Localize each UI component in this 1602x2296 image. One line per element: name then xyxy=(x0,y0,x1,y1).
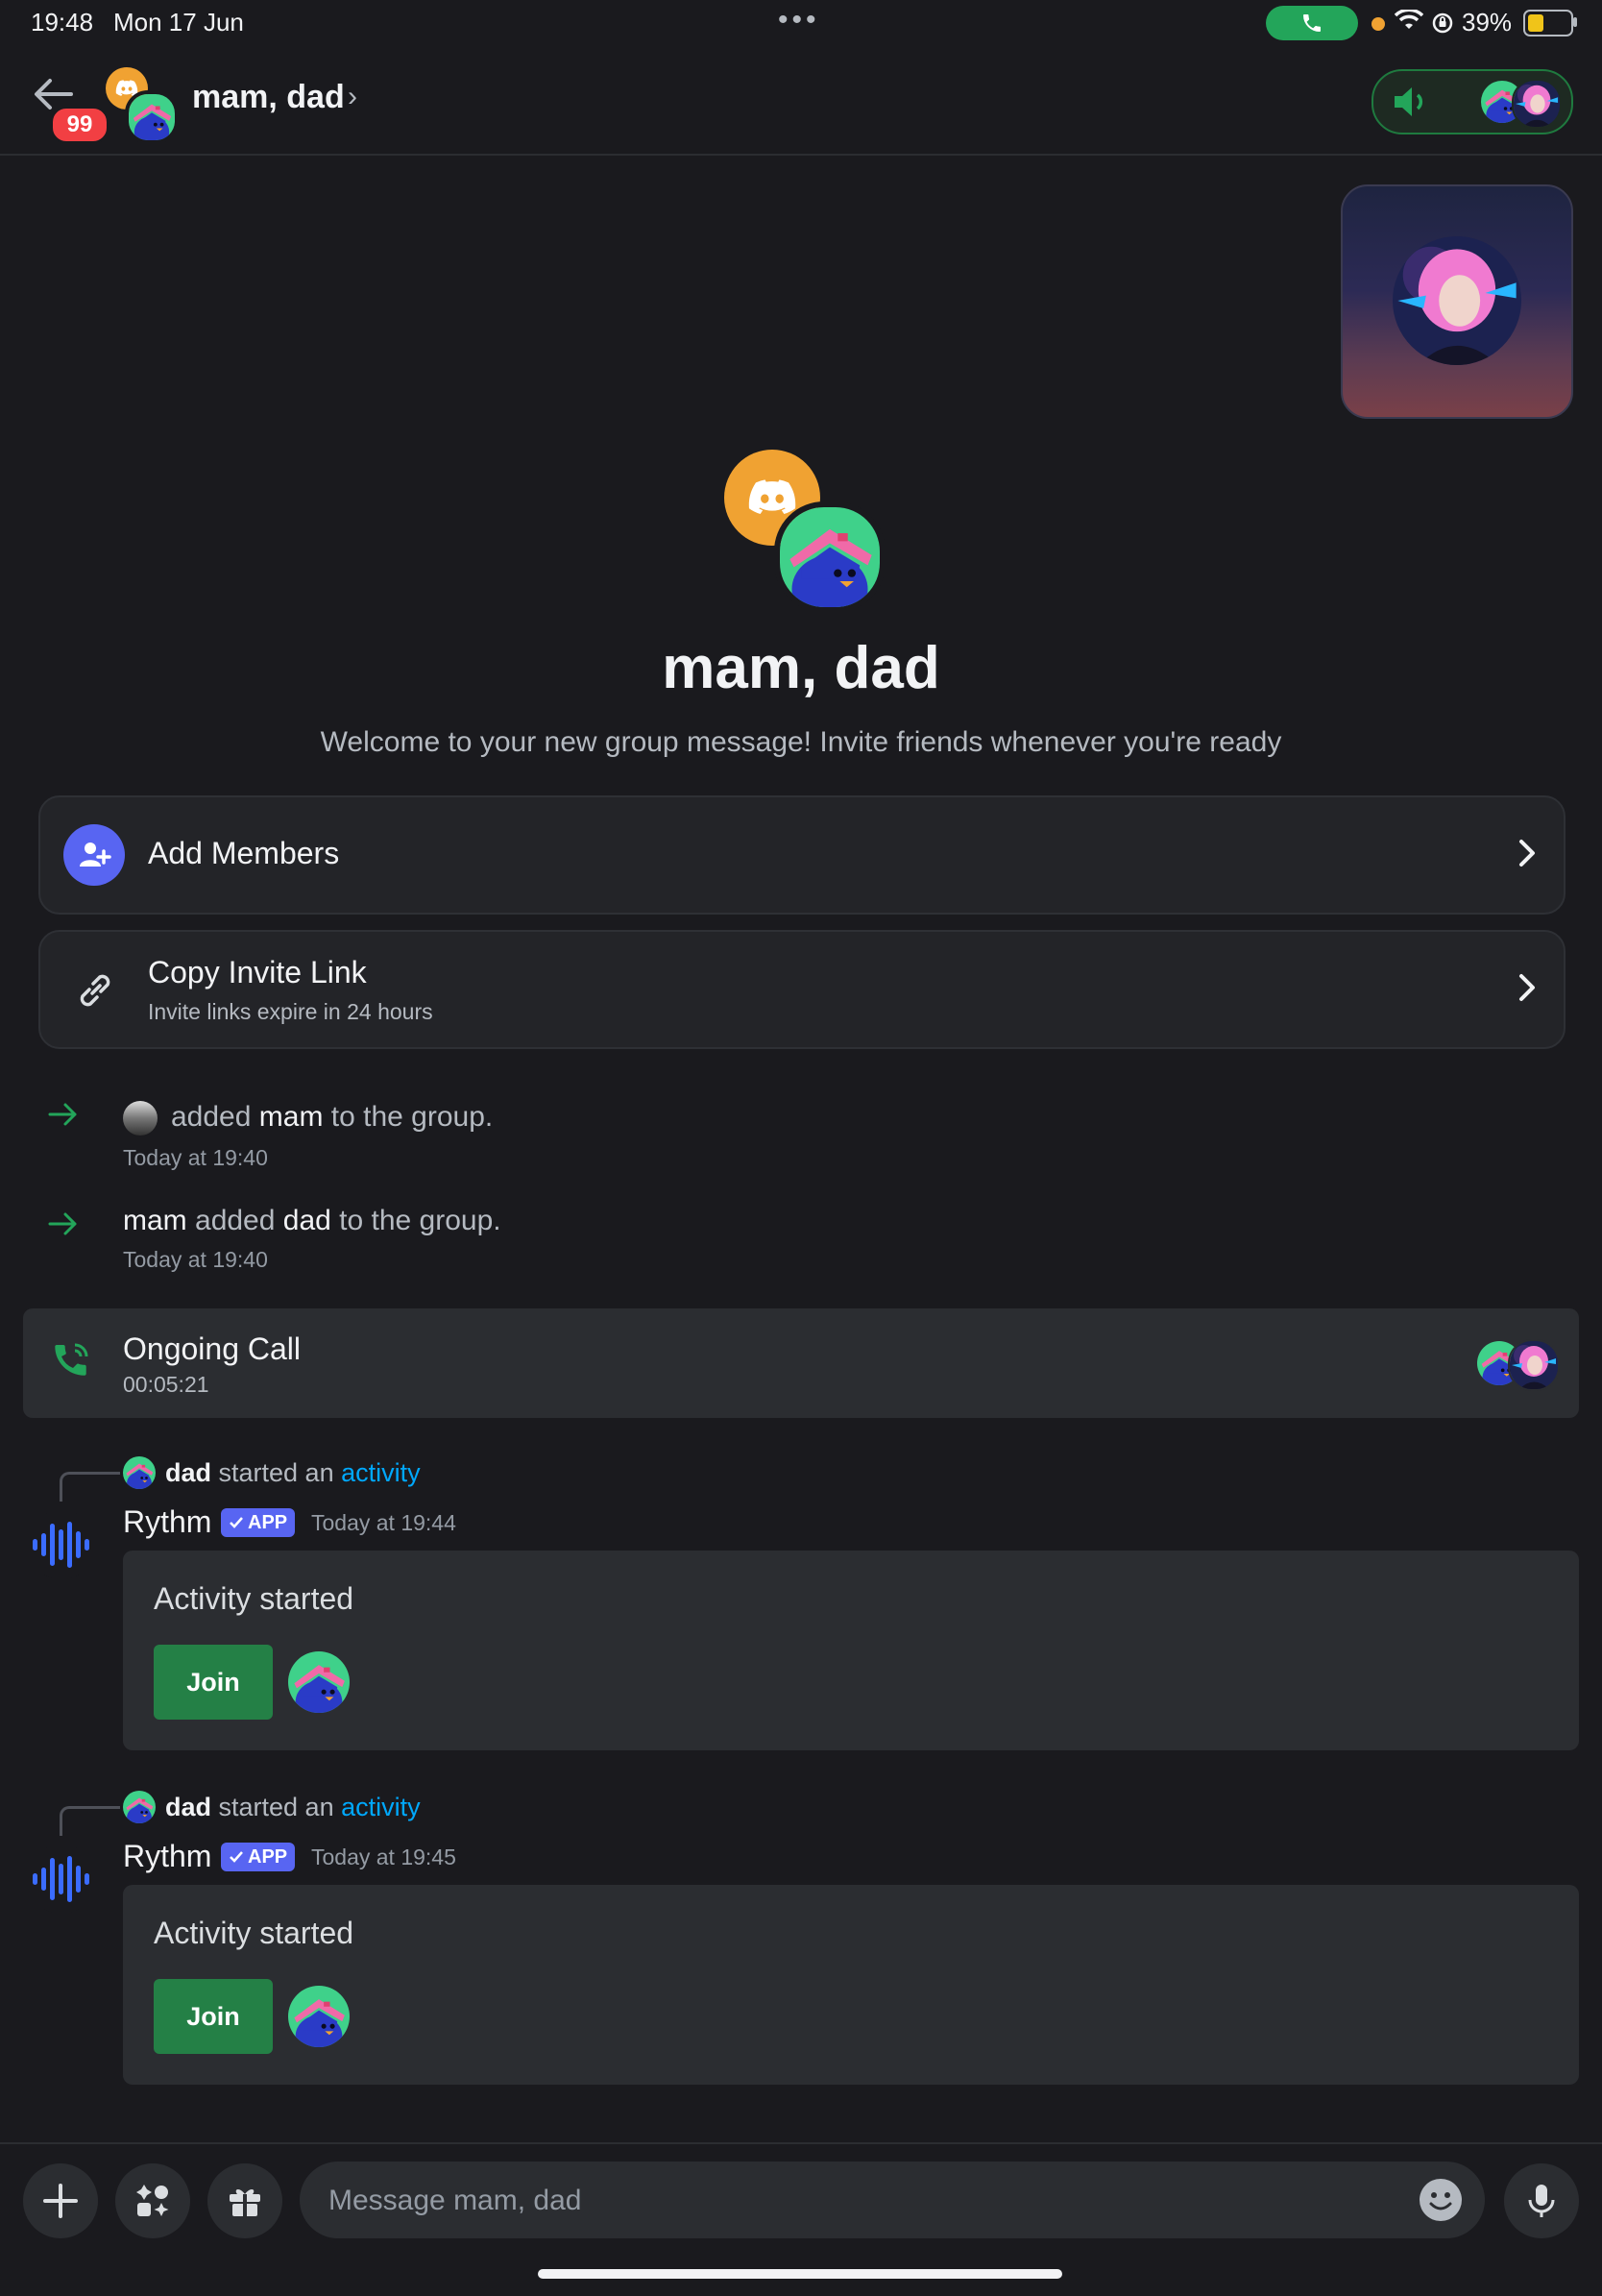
arrow-right-icon xyxy=(48,1103,77,1126)
user-avatar-small xyxy=(123,1101,158,1136)
voice-message-button[interactable] xyxy=(1504,2163,1579,2238)
plus-icon xyxy=(43,2184,78,2218)
profile-avatar xyxy=(1514,81,1560,127)
battery-cap xyxy=(1573,17,1577,27)
welcome-subtitle: Welcome to your new group message! Invit… xyxy=(320,726,1282,758)
message-input[interactable] xyxy=(327,2162,1368,2240)
apps-icon xyxy=(136,2185,169,2216)
mic-icon xyxy=(1528,2185,1555,2217)
mic-privacy-dot xyxy=(1371,17,1385,31)
bot-name[interactable]: Rythm xyxy=(123,1839,211,1874)
battery-percent: 39% xyxy=(1462,8,1513,37)
system-message-time: Today at 19:40 xyxy=(123,1247,268,1272)
active-call-pill[interactable] xyxy=(1266,6,1358,40)
add-members-label: Add Members xyxy=(148,836,340,870)
app-tag: APP xyxy=(221,1843,296,1871)
penguin-avatar xyxy=(129,94,175,140)
home-indicator[interactable] xyxy=(538,2269,1062,2279)
activity-user-avatar xyxy=(123,1456,156,1489)
activity-participant-avatar xyxy=(288,1651,350,1713)
gift-button[interactable] xyxy=(207,2163,282,2238)
check-icon xyxy=(230,1851,243,1863)
status-date: Mon 17 Jun xyxy=(113,8,244,37)
penguin-avatar xyxy=(780,507,880,607)
activity-link[interactable]: activity xyxy=(341,1458,421,1487)
reply-connector xyxy=(60,1472,120,1502)
copy-invite-label: Copy Invite Link xyxy=(148,955,367,989)
group-avatar-penguin xyxy=(125,90,179,144)
chevron-right-icon xyxy=(1519,974,1535,1001)
bot-avatar[interactable] xyxy=(27,1510,96,1579)
penguin-avatar xyxy=(288,1651,350,1713)
penguin-avatar xyxy=(288,1986,350,2047)
add-members-icon xyxy=(63,824,125,886)
call-title: Ongoing Call xyxy=(123,1331,301,1366)
battery-level xyxy=(1528,14,1543,32)
join-button[interactable]: Join xyxy=(154,1979,273,2054)
pip-avatar xyxy=(1393,236,1521,365)
chevron-right-icon[interactable]: › xyxy=(348,81,357,113)
welcome-title: mam, dad xyxy=(662,635,940,701)
copy-invite-sublabel: Invite links expire in 24 hours xyxy=(148,999,433,1024)
system-message-time: Today at 19:40 xyxy=(123,1145,268,1170)
check-icon xyxy=(230,1517,243,1528)
link-icon xyxy=(80,974,110,1007)
activity-participant-avatar xyxy=(288,1986,350,2047)
voice-participant-avatar xyxy=(1512,79,1562,129)
wifi-icon xyxy=(1395,10,1423,29)
bot-avatar[interactable] xyxy=(27,1844,96,1914)
video-pip[interactable] xyxy=(1341,184,1573,419)
status-time: 19:48 xyxy=(31,8,94,37)
embed-title: Activity started xyxy=(154,1916,354,1950)
activity-started-line: dad started an activity xyxy=(165,1793,421,1821)
reply-connector xyxy=(60,1806,120,1836)
system-message-text: added mam to the group. xyxy=(171,1101,494,1133)
activity-user-avatar xyxy=(123,1791,156,1823)
phone-icon xyxy=(1303,14,1321,32)
system-message-text: mam added dad to the group. xyxy=(123,1205,501,1236)
penguin-avatar xyxy=(123,1791,156,1823)
apps-button[interactable] xyxy=(115,2163,190,2238)
activity-started-line: dad started an activity xyxy=(165,1458,421,1487)
speaker-icon xyxy=(1395,87,1423,116)
message-time: Today at 19:44 xyxy=(311,1510,456,1535)
profile-avatar xyxy=(1510,1341,1558,1389)
attach-button[interactable] xyxy=(23,2163,98,2238)
message-input-wrapper xyxy=(300,2162,1485,2240)
chat-title[interactable]: mam, dad xyxy=(192,79,345,116)
profile-avatar xyxy=(1393,236,1521,365)
chevron-right-icon xyxy=(1519,840,1535,867)
unread-badge: 99 xyxy=(50,106,109,144)
phone-call-icon xyxy=(55,1343,88,1376)
group-icon-penguin xyxy=(774,501,886,613)
app-tag: APP xyxy=(221,1508,296,1537)
join-button[interactable]: Join xyxy=(154,1645,273,1720)
penguin-avatar xyxy=(123,1456,156,1489)
emoji-icon xyxy=(1429,2192,1452,2211)
battery-icon xyxy=(1523,10,1573,37)
multitask-dots[interactable]: ••• xyxy=(778,4,820,37)
gift-icon xyxy=(230,2189,260,2216)
call-duration: 00:05:21 xyxy=(123,1372,209,1397)
activity-link[interactable]: activity xyxy=(341,1793,421,1821)
message-time: Today at 19:45 xyxy=(311,1844,456,1869)
arrow-right-icon xyxy=(48,1212,77,1235)
orientation-lock-icon xyxy=(1432,12,1453,34)
voice-status-pill[interactable] xyxy=(1371,69,1573,134)
activity-embed: Activity started Join xyxy=(123,1551,1579,1750)
copy-invite-link-button[interactable]: Copy Invite Link Invite links expire in … xyxy=(38,930,1566,1049)
activity-embed: Activity started Join xyxy=(123,1885,1579,2085)
call-participant-avatar xyxy=(1508,1339,1560,1391)
soundwave-icon xyxy=(27,1844,96,1914)
bot-name[interactable]: Rythm xyxy=(123,1504,211,1540)
embed-title: Activity started xyxy=(154,1581,354,1616)
emoji-button[interactable] xyxy=(1420,2179,1462,2221)
soundwave-icon xyxy=(27,1510,96,1579)
add-members-button[interactable]: Add Members xyxy=(38,795,1566,915)
